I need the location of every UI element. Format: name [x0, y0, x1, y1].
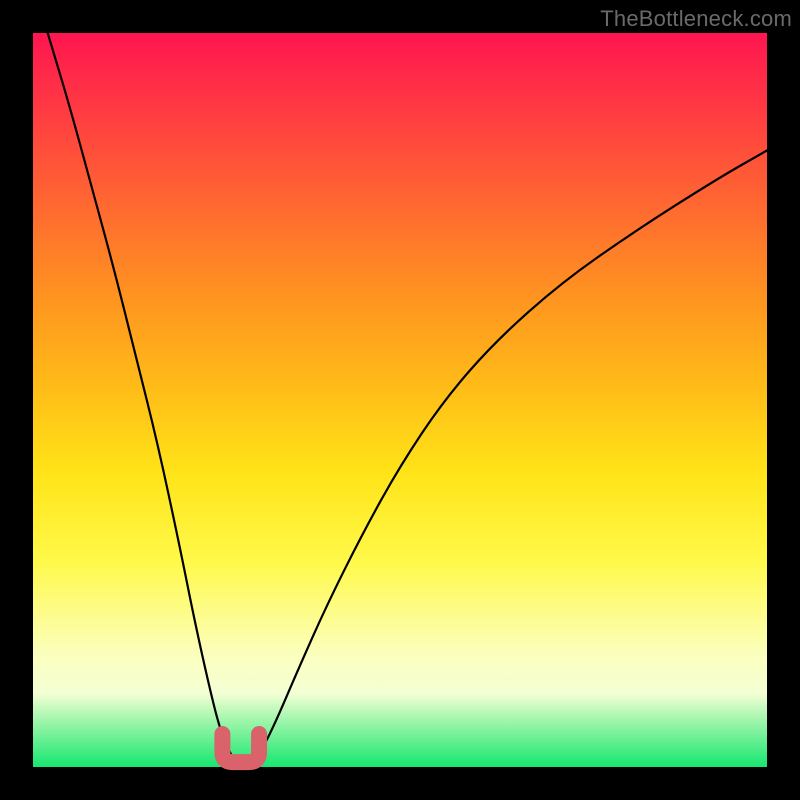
chart-area — [33, 33, 767, 767]
bottleneck-plot — [33, 33, 767, 767]
optimal-region-highlight — [222, 734, 259, 762]
bottleneck-curve — [48, 33, 767, 764]
watermark-text: TheBottleneck.com — [600, 6, 792, 32]
